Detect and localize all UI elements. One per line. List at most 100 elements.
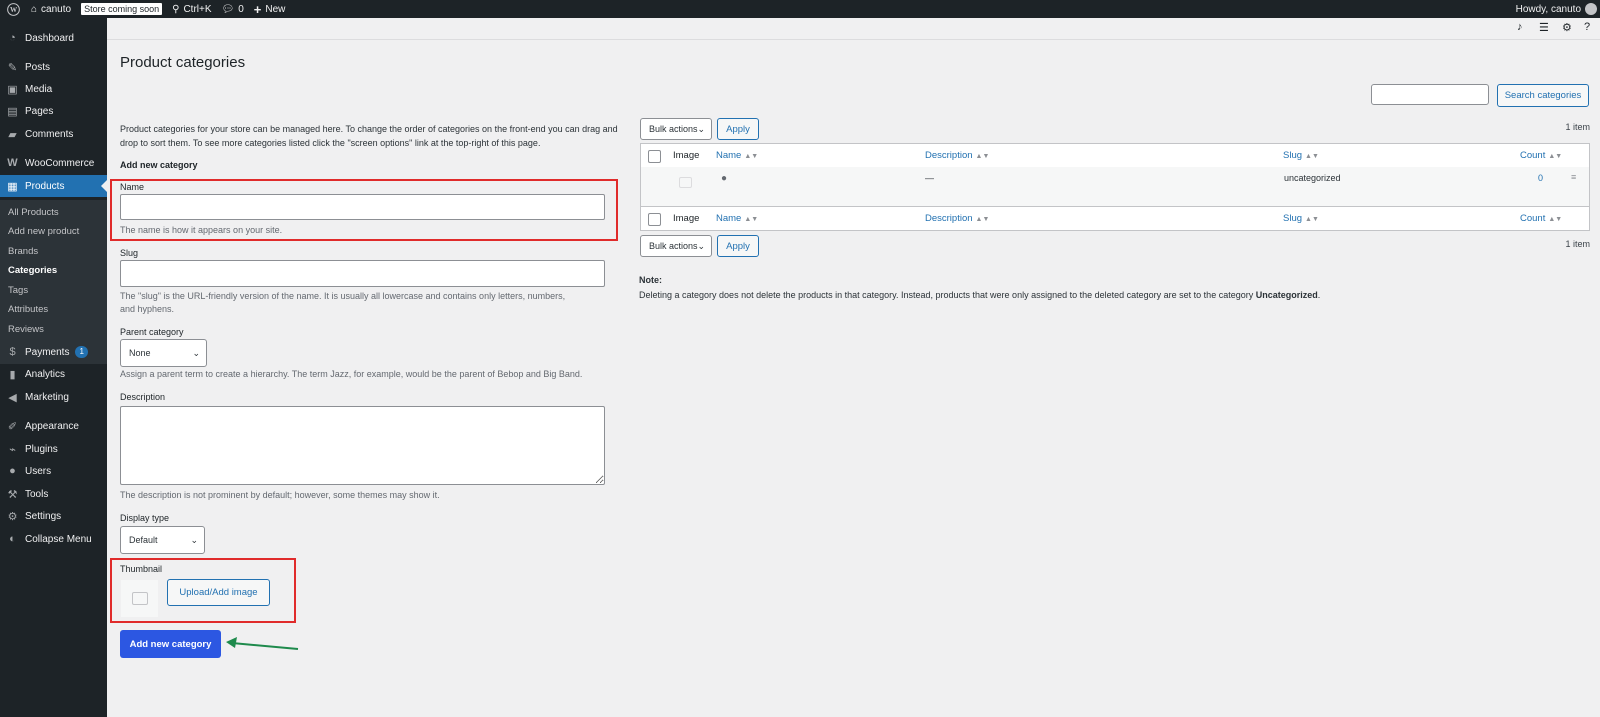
column-description[interactable]: Description ▲▼: [925, 213, 989, 224]
menu-products[interactable]: ▦ Products: [0, 175, 107, 197]
apply-button-bottom[interactable]: Apply: [717, 235, 759, 257]
menu-plugins[interactable]: ⌁ Plugins: [0, 438, 107, 460]
pages-icon: ▤: [7, 105, 18, 118]
menu-media[interactable]: ▣ Media: [0, 78, 107, 100]
payments-count-badge: 1: [75, 346, 88, 358]
name-help: The name is how it appears on your site.: [120, 225, 283, 235]
menu-appearance[interactable]: ✐ Appearance: [0, 415, 107, 437]
help-icon[interactable]: ?: [1584, 21, 1590, 33]
bulk-actions-select-bottom[interactable]: Bulk actions ⌄: [640, 235, 712, 257]
description-label: Description: [120, 392, 166, 402]
bulk-actions-select-top[interactable]: Bulk actions ⌄: [640, 118, 712, 140]
add-new-category-button[interactable]: Add new category: [120, 630, 221, 658]
avatar: [1585, 3, 1597, 15]
column-image: Image: [673, 150, 700, 161]
parent-category-select[interactable]: None ⌄: [120, 339, 207, 367]
menu-analytics[interactable]: ▮ Analytics: [0, 363, 107, 385]
menu-comments[interactable]: ▰ Comments: [0, 123, 107, 145]
table-header: Image Name ▲▼ Description ▲▼ Slug ▲▼ Count ▲…: [640, 143, 1590, 168]
submenu-add-new-product[interactable]: Add new product: [0, 222, 107, 240]
store-status[interactable]: Store coming soon: [76, 0, 167, 18]
list-icon[interactable]: ☰: [1539, 21, 1549, 34]
home-icon: ⌂: [31, 3, 38, 15]
column-count[interactable]: Count ▲▼: [1520, 150, 1562, 161]
parent-category-help: Assign a parent term to create a hierarc…: [120, 369, 583, 379]
name-input[interactable]: [120, 194, 605, 220]
submenu-attributes[interactable]: Attributes: [0, 300, 107, 318]
search-icon: ⚲: [172, 3, 180, 15]
new-content-link[interactable]: + New: [249, 0, 291, 18]
menu-users[interactable]: ● Users: [0, 460, 107, 482]
submenu-tags[interactable]: Tags: [0, 281, 107, 299]
column-slug[interactable]: Slug ▲▼: [1283, 150, 1319, 161]
note-text: Deleting a category does not delete the …: [639, 290, 1321, 300]
display-type-select[interactable]: Default ⌄: [120, 526, 205, 554]
menu-pages[interactable]: ▤ Pages: [0, 100, 107, 122]
submenu-categories[interactable]: Categories: [0, 261, 107, 279]
column-name[interactable]: Name ▲▼: [716, 213, 758, 224]
settings-icon: ⚙: [7, 510, 18, 523]
dollar-icon: $: [9, 346, 16, 358]
comment-icon: ▰: [8, 128, 17, 141]
menu-settings[interactable]: ⚙ Settings: [0, 505, 107, 527]
submenu-brands[interactable]: Brands: [0, 242, 107, 260]
thumbnail-placeholder-icon: [121, 580, 158, 617]
column-image: Image: [673, 213, 700, 224]
my-account-link[interactable]: Howdy, canuto: [1516, 3, 1600, 15]
menu-posts[interactable]: ✎ Posts: [0, 56, 107, 78]
thumbnail-label: Thumbnail: [120, 564, 163, 574]
description-textarea[interactable]: [120, 406, 605, 485]
wordpress-logo-icon[interactable]: W: [0, 0, 26, 18]
select-all-checkbox-footer[interactable]: [648, 213, 661, 226]
site-name-link[interactable]: ⌂ canuto: [26, 0, 76, 18]
info-icon[interactable]: ●: [721, 173, 727, 184]
sort-icon: ▲▼: [1548, 216, 1563, 223]
brush-icon: ✐: [7, 420, 18, 433]
plus-icon: +: [253, 1, 262, 17]
search-categories-button[interactable]: Search categories: [1497, 84, 1589, 107]
menu-tools[interactable]: ⚒ Tools: [0, 483, 107, 505]
menu-woocommerce[interactable]: W WooCommerce: [0, 152, 107, 174]
select-all-checkbox[interactable]: [648, 150, 661, 163]
chevron-down-icon: ⌄: [192, 347, 200, 358]
comments-link[interactable]: 💬︎ 0: [217, 0, 249, 18]
column-name[interactable]: Name ▲▼: [716, 150, 758, 161]
apply-button-top[interactable]: Apply: [717, 118, 759, 140]
row-slug: uncategorized: [1284, 173, 1341, 183]
drag-handle-icon[interactable]: ≡: [1571, 172, 1576, 182]
items-count-bottom: 1 item: [1565, 239, 1590, 249]
upload-image-button[interactable]: Upload/Add image: [167, 579, 270, 606]
column-description[interactable]: Description ▲▼: [925, 150, 989, 161]
sort-icon: ▲▼: [744, 216, 759, 223]
menu-payments[interactable]: $ Payments 1: [0, 341, 107, 363]
slug-input[interactable]: [120, 260, 605, 287]
admin-menu: ◔ Dashboard ✎ Posts ▣ Media ▤ Pages ▰ Comment…: [0, 18, 107, 717]
sort-icon: ▲▼: [1548, 153, 1563, 160]
column-count[interactable]: Count ▲▼: [1520, 213, 1562, 224]
gear-icon[interactable]: ⚙: [1562, 21, 1572, 34]
plug-icon: ⌁: [9, 443, 16, 456]
submenu-reviews[interactable]: Reviews: [0, 320, 107, 338]
bell-icon[interactable]: ♪: [1517, 21, 1523, 33]
slug-help: The "slug" is the URL-friendly version o…: [120, 291, 566, 314]
column-slug[interactable]: Slug ▲▼: [1283, 213, 1319, 224]
menu-marketing[interactable]: ◀ Marketing: [0, 386, 107, 408]
woo-icon: W: [7, 157, 18, 169]
search-categories-input[interactable]: [1371, 84, 1489, 105]
name-label: Name: [120, 182, 145, 192]
submenu-all-products[interactable]: All Products: [0, 203, 107, 221]
command-palette-link[interactable]: ⚲ Ctrl+K: [167, 0, 216, 18]
chevron-down-icon: ⌄: [190, 534, 198, 545]
items-count-top: 1 item: [1565, 122, 1590, 132]
comment-icon: 💬︎: [221, 3, 235, 15]
annotation-arrow: [226, 637, 299, 650]
table-row[interactable]: ● — uncategorized 0 ≡: [640, 167, 1590, 207]
sort-icon: ▲▼: [1305, 153, 1319, 160]
menu-collapse[interactable]: ◐ Collapse Menu: [0, 528, 107, 550]
admin-bar: W ⌂ canuto Store coming soon ⚲ Ctrl+K 💬︎…: [0, 0, 1600, 18]
table-footer: Image Name ▲▼ Description ▲▼ Slug ▲▼ Count ▲…: [640, 206, 1590, 231]
form-heading: Add new category: [120, 160, 198, 170]
row-count-link[interactable]: 0: [1538, 173, 1543, 183]
chevron-down-icon: ⌄: [697, 123, 705, 134]
menu-dashboard[interactable]: ◔ Dashboard: [0, 27, 107, 49]
